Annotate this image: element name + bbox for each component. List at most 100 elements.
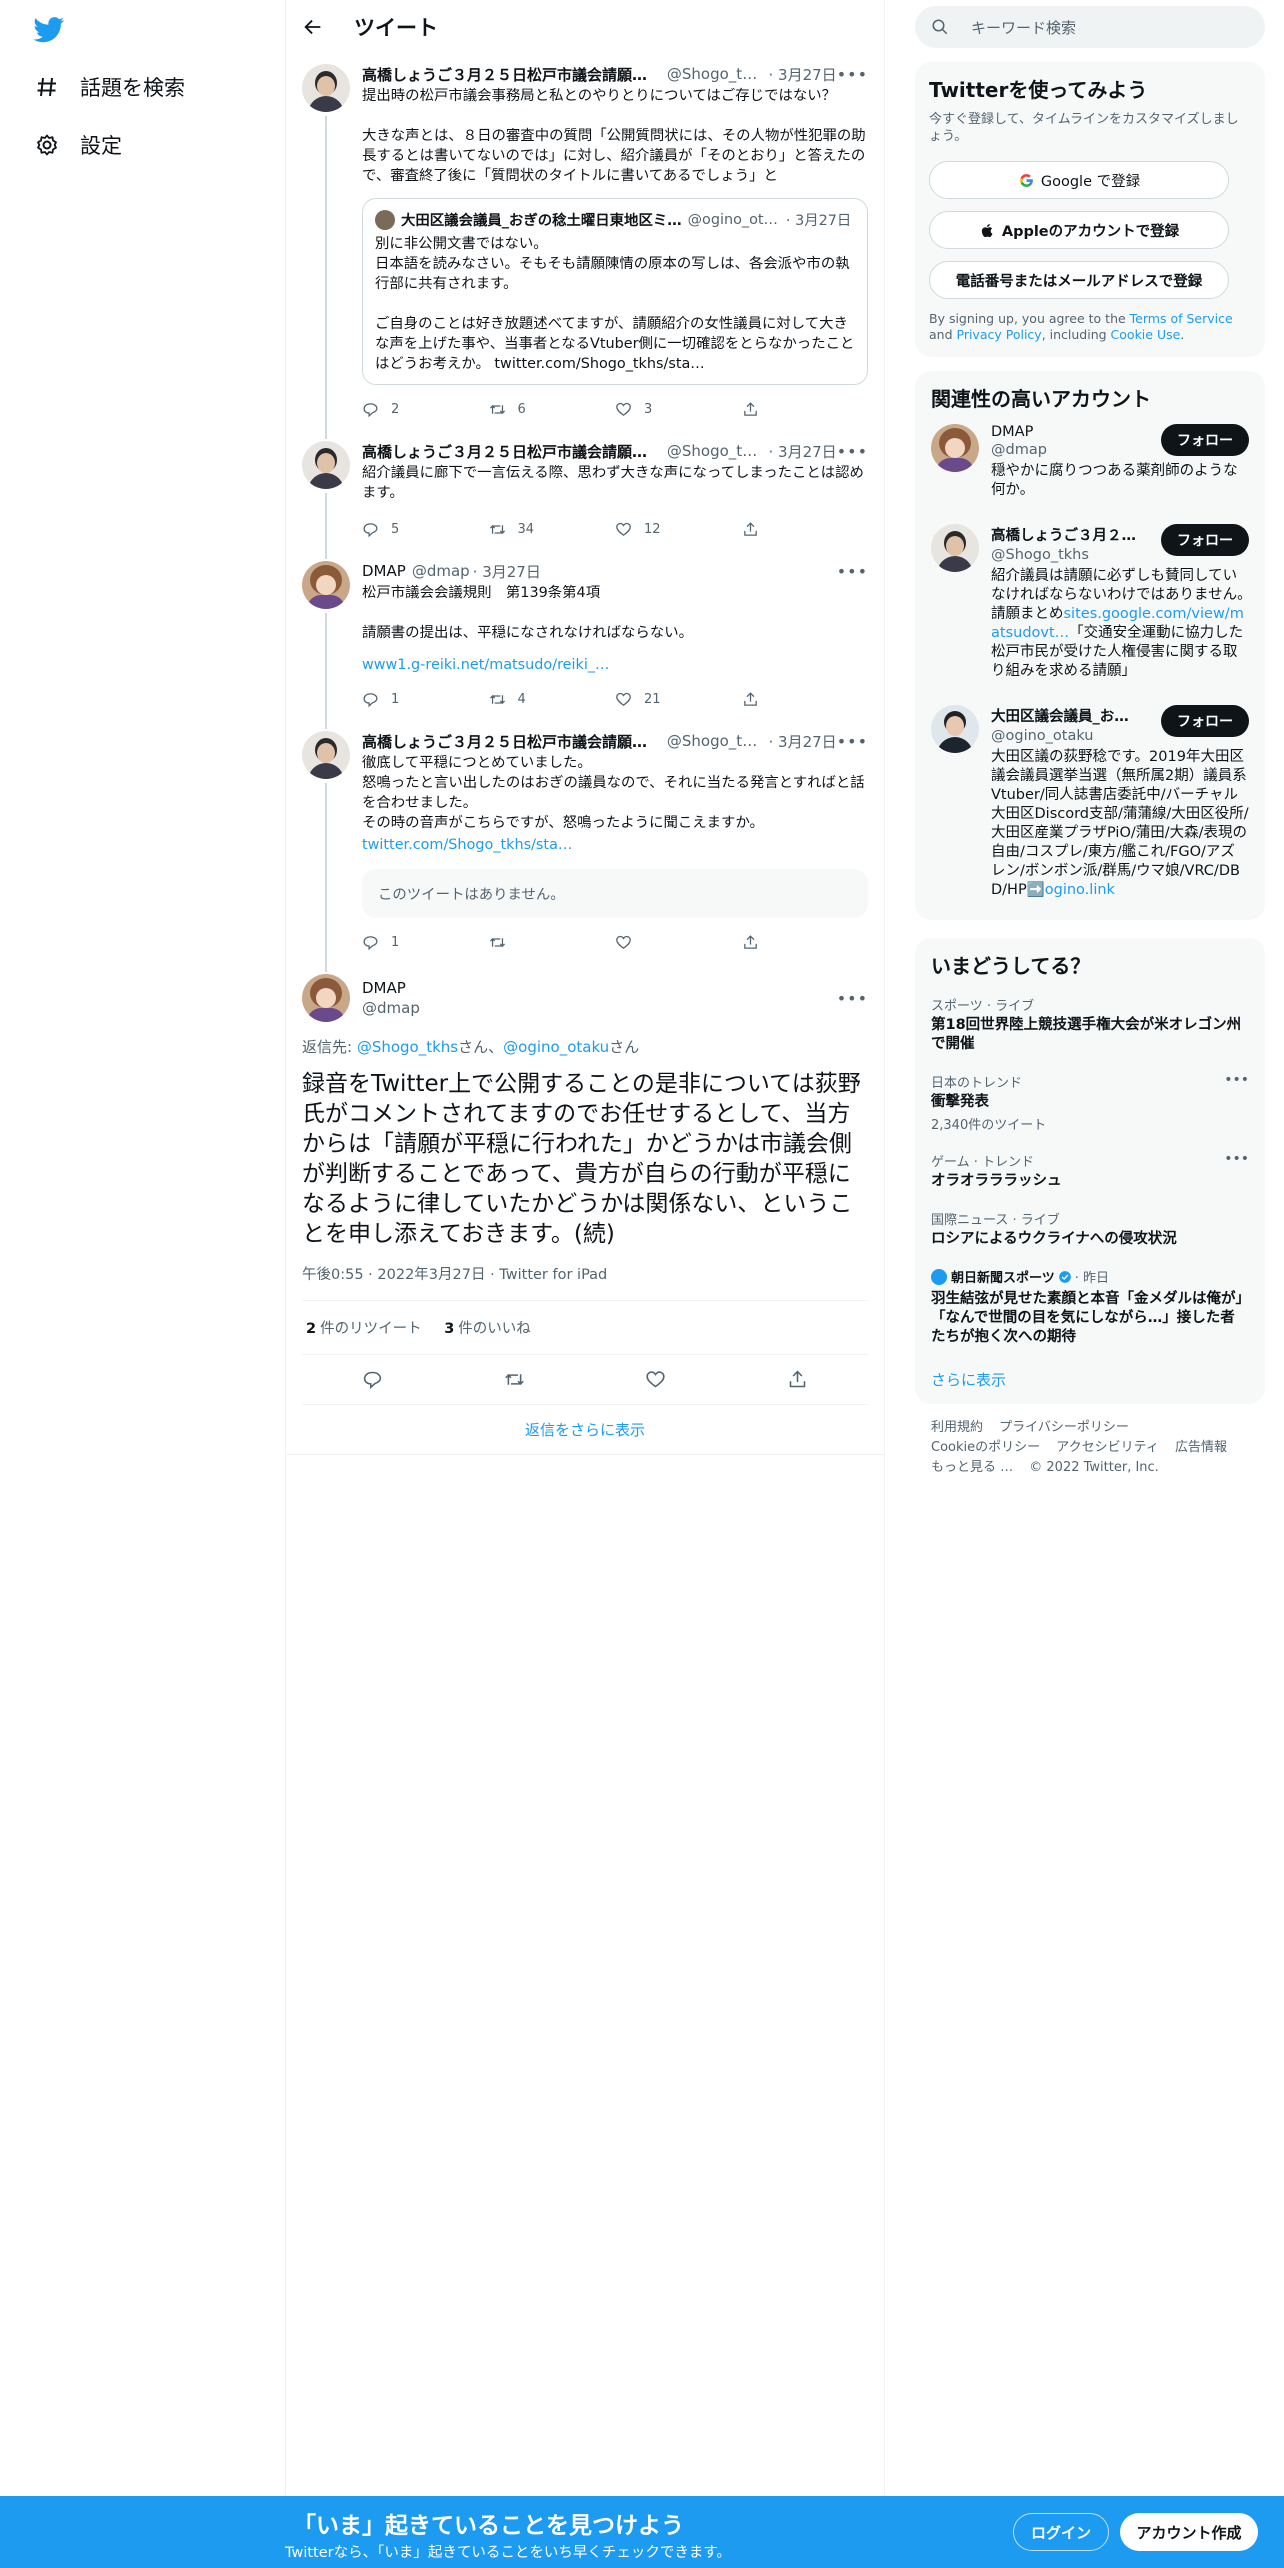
trend-item[interactable]: 日本のトレンド 衝撃発表 2,340件のツイート ••• [915, 1062, 1265, 1141]
footer-link[interactable]: アクセシビリティ [1056, 1440, 1159, 1455]
heart-icon[interactable] [645, 1369, 666, 1390]
retweet-stat[interactable]: 2 件のリツイート [306, 1321, 422, 1337]
footer-link[interactable]: もっと見る … [931, 1460, 1013, 1475]
search-input[interactable]: キーワード検索 [915, 6, 1265, 48]
account-item[interactable]: 高橋しょうご３月２… @Shogo_tkhs フォロー 紹介議員は請願に必ずしも… [915, 512, 1273, 693]
avatar[interactable] [931, 705, 979, 753]
like-stat[interactable]: 3 件のいいね [444, 1321, 531, 1337]
tweet-link[interactable]: www1.g-reiki.net/matsudo/reiki_… [362, 657, 609, 673]
account-name[interactable]: 高橋しょうご３月２… [991, 524, 1153, 545]
avatar[interactable] [302, 441, 350, 489]
reply-button[interactable]: 2 [362, 401, 489, 418]
author-name[interactable]: 高橋しょうご３月２５日松戸市議会請願審… [362, 731, 661, 752]
trend-item[interactable]: ゲーム · トレンド オラオラララッシュ ••• [915, 1141, 1265, 1199]
reply-to-user-link[interactable]: @ogino_otaku [503, 1038, 609, 1056]
reply-icon[interactable] [362, 1369, 383, 1390]
thread-tweet[interactable]: DMAP @dmap · 3月27日 ••• 松戸市議会会議規則 第139条第4… [286, 549, 884, 729]
cookie-link[interactable]: Cookie Use [1111, 327, 1181, 342]
more-icon[interactable]: ••• [837, 989, 868, 1008]
more-icon[interactable]: ••• [837, 65, 868, 84]
share-button[interactable] [742, 691, 869, 708]
quoted-tweet[interactable]: 大田区議会議員_おぎの稔土曜日東地区ミ… @ogino_ot… · 3月27日 … [362, 198, 868, 385]
thread-tweet[interactable]: 高橋しょうご３月２５日松戸市議会請願審… @Shogo_tk… · 3月27日 … [286, 429, 884, 559]
author-name[interactable]: DMAP [362, 978, 420, 998]
twitter-logo-icon[interactable] [33, 17, 65, 43]
retweet-icon[interactable] [504, 1369, 525, 1390]
footer-link[interactable]: プライバシーポリシー [999, 1420, 1129, 1435]
more-icon[interactable]: ••• [1224, 1072, 1249, 1088]
avatar[interactable] [931, 524, 979, 572]
news-item[interactable]: 朝日新聞スポーツ · 昨日 羽生結弦が見せた素顔と本音「金メダルは俺が」「なんで… [915, 1257, 1265, 1355]
share-button[interactable] [742, 521, 869, 538]
show-more-replies-link[interactable]: 返信をさらに表示 [286, 1405, 884, 1455]
author-handle[interactable]: @Shogo_tk… [667, 65, 766, 83]
nav-settings[interactable]: 設定 [34, 125, 122, 165]
avatar[interactable] [302, 974, 350, 1022]
footer-link[interactable]: Cookieのポリシー [931, 1440, 1040, 1455]
like-button[interactable]: 3 [615, 401, 742, 418]
author-handle[interactable]: @dmap [412, 562, 470, 580]
tweet-meta[interactable]: 午後0:55 · 2022年3月27日 · Twitter for iPad [302, 1263, 868, 1301]
account-item[interactable]: DMAP @dmap フォロー 穏やかに腐りつつある薬剤師のような何か。 [915, 412, 1265, 512]
tweet-link[interactable]: twitter.com/Shogo_tkhs/sta… [362, 837, 572, 853]
follow-button[interactable]: フォロー [1161, 424, 1249, 456]
show-more-link[interactable]: さらに表示 [915, 1355, 1265, 1390]
back-arrow-icon[interactable] [302, 16, 324, 38]
account-item[interactable]: 大田区議会議員_お… @ogino_otaku フォロー 大田区議の荻野稔です。… [915, 693, 1265, 912]
share-button[interactable] [742, 934, 869, 951]
footer-link[interactable]: 広告情報 [1175, 1440, 1227, 1455]
google-signup-button[interactable]: Google で登録 [929, 161, 1229, 199]
account-handle[interactable]: @ogino_otaku [991, 728, 1153, 744]
tweet-date[interactable]: · 3月27日 [473, 561, 541, 582]
create-account-button[interactable]: アカウント作成 [1120, 2513, 1258, 2551]
apple-signup-button[interactable]: Appleのアカウントで登録 [929, 211, 1229, 249]
tweet-date[interactable]: · 3月27日 [769, 731, 837, 752]
nav-explore[interactable]: 話題を検索 [34, 67, 185, 107]
trend-item[interactable]: スポーツ · ライブ 第18回世界陸上競技選手権大会が米オレゴン州で開催 [915, 985, 1265, 1062]
tweet-date[interactable]: · 3月27日 [769, 441, 837, 462]
share-icon[interactable] [787, 1369, 808, 1390]
reply-button[interactable]: 5 [362, 521, 489, 538]
reply-button[interactable]: 1 [362, 691, 489, 708]
author-handle[interactable]: @dmap [362, 998, 420, 1018]
footer-link[interactable]: 利用規約 [931, 1420, 983, 1435]
author-name[interactable]: 高橋しょうご３月２５日松戸市議会請願審… [362, 64, 661, 85]
reply-to-user-link[interactable]: @Shogo_tkhs [357, 1038, 458, 1056]
avatar[interactable] [931, 424, 979, 472]
like-button[interactable] [615, 934, 742, 951]
account-name[interactable]: DMAP [991, 424, 1153, 440]
more-icon[interactable]: ••• [837, 442, 868, 461]
follow-button[interactable]: フォロー [1161, 705, 1249, 737]
more-icon[interactable]: ••• [837, 562, 868, 581]
like-button[interactable]: 21 [615, 691, 742, 708]
like-button[interactable]: 12 [615, 521, 742, 538]
more-icon[interactable]: ••• [1224, 1151, 1249, 1167]
thread-tweet[interactable]: 高橋しょうご３月２５日松戸市議会請願審… @Shogo_tk… · 3月27日 … [286, 54, 884, 439]
follow-button[interactable]: フォロー [1161, 524, 1249, 556]
avatar[interactable] [302, 561, 350, 609]
retweet-button[interactable]: 6 [489, 401, 616, 418]
terms-link[interactable]: Terms of Service [1130, 311, 1233, 326]
privacy-link[interactable]: Privacy Policy [957, 327, 1042, 342]
reply-button[interactable]: 1 [362, 934, 489, 951]
tweet-date[interactable]: · 3月27日 [769, 64, 837, 85]
thread-tweet[interactable]: 高橋しょうご３月２５日松戸市議会請願審… @Shogo_tk… · 3月27日 … [286, 719, 884, 972]
author-name[interactable]: 高橋しょうご３月２５日松戸市議会請願審… [362, 441, 661, 462]
account-handle[interactable]: @Shogo_tkhs [991, 547, 1153, 563]
avatar[interactable] [302, 731, 350, 779]
retweet-button[interactable]: 4 [489, 691, 616, 708]
share-button[interactable] [742, 401, 869, 418]
phone-email-signup-button[interactable]: 電話番号またはメールアドレスで登録 [929, 261, 1229, 299]
author-handle[interactable]: @Shogo_tk… [667, 442, 766, 460]
bio-link[interactable]: ogino.link [1045, 882, 1115, 898]
account-name[interactable]: 大田区議会議員_お… [991, 705, 1153, 726]
retweet-button[interactable] [489, 934, 616, 951]
avatar[interactable] [302, 64, 350, 112]
more-icon[interactable]: ••• [837, 732, 868, 751]
retweet-button[interactable]: 34 [489, 521, 616, 538]
author-name[interactable]: DMAP [362, 562, 406, 580]
author-handle[interactable]: @Shogo_tk… [667, 732, 766, 750]
trend-item[interactable]: 国際ニュース · ライブ ロシアによるウクライナへの侵攻状況 [915, 1199, 1265, 1257]
account-handle[interactable]: @dmap [991, 442, 1153, 458]
login-button[interactable]: ログイン [1013, 2513, 1109, 2551]
